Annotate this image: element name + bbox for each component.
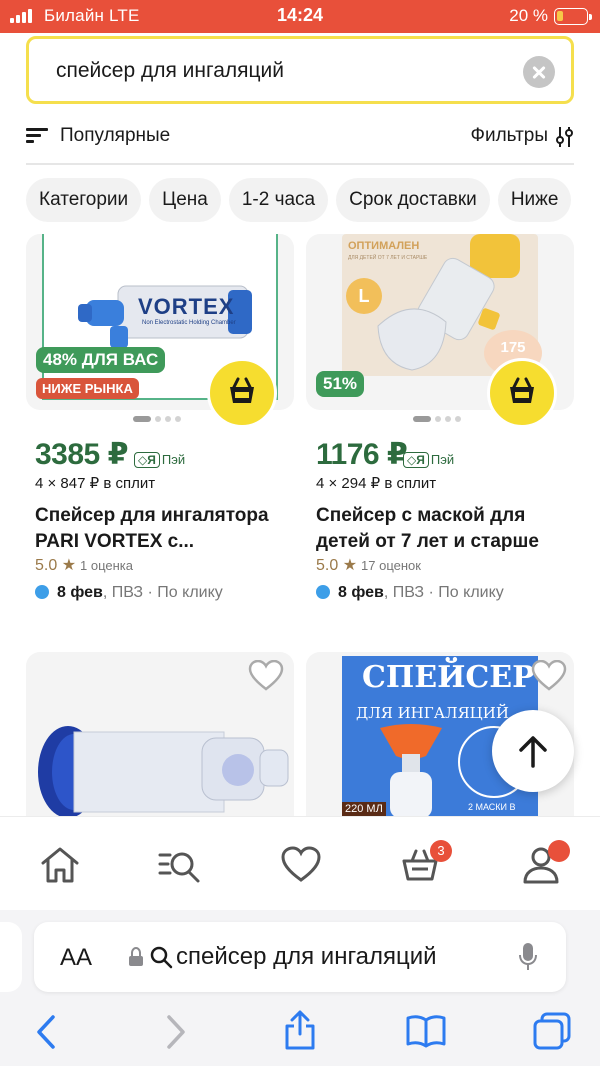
app-bottom-nav [0,816,600,910]
image-subtitle: ДЛЯ ИНГАЛЯЦИЙ [356,704,509,722]
search-field[interactable]: спейсер для ингаляций [26,36,574,104]
pay-label: Пэй [430,452,455,467]
delivery-info: 8 фев, ПВЗ · По клику [35,584,223,602]
catalog-search-icon[interactable] [158,845,202,885]
cart-count-badge: 3 [430,840,452,862]
image-masks: 2 МАСКИ В [468,802,516,812]
filters-icon[interactable] [554,126,574,148]
battery-icon [554,8,592,25]
previous-tab[interactable] [0,922,22,992]
chip-price[interactable]: Цена [149,178,221,222]
add-to-cart-button[interactable] [207,358,277,428]
browser-toolbar: AA спейсер для ингаляций [0,910,600,1066]
home-icon[interactable] [38,845,82,885]
review-count: 17 оценок [361,558,421,573]
image-brand: VORTEX [138,294,235,319]
reader-options-label: AA [60,944,93,971]
delivery-date: 8 фев [338,584,384,601]
yandex-pay-badge: ◇Я Пэй [403,452,454,468]
heart-icon[interactable] [248,660,284,692]
heart-icon[interactable] [531,660,567,692]
product-title[interactable]: Спейсер с маской для детей от 7 лет и ст… [316,503,581,555]
image-size-letter: L [358,286,370,306]
split-payment: 4 × 847 ₽ в сплит [35,475,156,492]
search-icon [150,946,173,969]
search-query[interactable]: спейсер для ингаляций [56,59,284,83]
url-text[interactable]: спейсер для ингаляций [176,943,437,971]
image-pager [413,416,461,422]
add-to-cart-button[interactable] [487,358,557,428]
product-price: 3385 ₽ [35,438,128,471]
product-price: 1176 ₽ [316,438,408,471]
share-icon[interactable] [283,1010,317,1050]
basket-icon [510,377,534,403]
basket-icon [230,377,254,403]
volume-label: 175 [500,339,526,356]
below-market-badge: НИЖЕ РЫНКА [36,378,139,399]
delivery-method: , ПВЗ · По клику [102,584,223,601]
delivery-dot-icon [35,585,49,599]
scroll-to-top-button[interactable] [492,710,574,792]
bookmarks-icon[interactable] [406,1014,446,1048]
reader-options-button[interactable]: AA [60,944,92,972]
chip-delivery-time[interactable]: Срок доставки [336,178,490,222]
sort-button[interactable]: Популярные [60,125,170,147]
rating-value: 5.0 ★ [35,557,77,574]
product-rating: 5.0 ★ 1 оценка [35,555,133,575]
arrow-up-icon [519,736,547,768]
pay-label: Пэй [161,452,186,467]
discount-badge: 51% [316,371,365,397]
product-image[interactable] [26,652,294,818]
notification-dot [548,840,570,862]
yandex-pay-badge: ◇Я Пэй [134,452,185,468]
discount-badge: 48% ДЛЯ ВАС [36,347,166,373]
review-count: 1 оценка [80,558,134,573]
heart-icon[interactable] [279,845,323,885]
product-rating: 5.0 ★ 17 оценок [316,555,421,575]
forward-icon[interactable] [164,1014,188,1050]
filter-chips: Категории Цена 1-2 часа Срок доставки Ниже [26,178,600,222]
delivery-info: 8 фев, ПВЗ · По клику [316,584,504,602]
chip-categories[interactable]: Категории [26,178,142,222]
lock-icon [129,947,143,966]
tabs-icon[interactable] [533,1012,571,1050]
address-bar[interactable]: AA спейсер для ингаляций [34,922,566,992]
clear-search-icon[interactable] [523,56,555,88]
spacer-product-illustration [38,726,289,818]
sort-filter-row: Популярные Фильтры [26,118,574,158]
image-pager [133,416,181,422]
split-payment: 4 × 294 ₽ в сплит [316,475,437,492]
delivery-date: 8 фев [57,584,103,601]
status-bar: Билайн LTE 14:24 20 % [0,0,600,33]
image-volume: 220 МЛ [342,802,386,816]
image-title: СПЕЙСЕР [362,660,535,695]
product-title[interactable]: Спейсер для ингалятора PARI VORTEX с... [35,503,300,555]
delivery-dot-icon [316,585,330,599]
rating-value: 5.0 ★ [316,557,358,574]
divider [26,163,574,165]
chip-1-2-hours[interactable]: 1-2 часа [228,178,329,222]
battery-percent: 20 % [509,6,548,25]
chip-below-market[interactable]: Ниже [497,178,572,222]
back-icon[interactable] [34,1014,58,1050]
microphone-icon[interactable] [518,942,538,972]
image-caption: Non Electrostatic Holding Chamber [142,320,236,326]
delivery-method: , ПВЗ · По клику [383,584,504,601]
filters-button[interactable]: Фильтры [471,125,548,147]
sort-icon[interactable] [26,128,48,144]
